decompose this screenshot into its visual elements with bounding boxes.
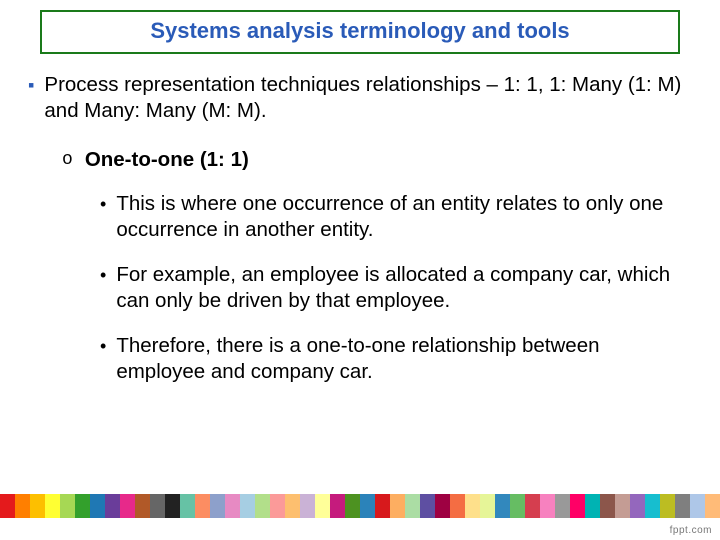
footer-logo-text: fppt.com — [670, 525, 712, 536]
color-cell — [450, 494, 465, 518]
color-cell — [315, 494, 330, 518]
bullet-level1: ▪ Process representation techniques rela… — [28, 72, 692, 123]
bullet-level3: • Therefore, there is a one-to-one relat… — [100, 333, 672, 384]
color-cell — [690, 494, 705, 518]
color-cell — [345, 494, 360, 518]
color-cell — [420, 494, 435, 518]
color-cell — [495, 494, 510, 518]
color-cell — [255, 494, 270, 518]
point-text: This is where one occurrence of an entit… — [116, 191, 672, 242]
point-text: Therefore, there is a one-to-one relatio… — [116, 333, 672, 384]
color-cell — [300, 494, 315, 518]
color-cell — [90, 494, 105, 518]
color-cell — [15, 494, 30, 518]
slide: Systems analysis terminology and tools ▪… — [0, 0, 720, 540]
color-cell — [30, 494, 45, 518]
color-cell — [645, 494, 660, 518]
color-cell — [375, 494, 390, 518]
dot-bullet-icon: • — [100, 193, 106, 216]
color-cell — [135, 494, 150, 518]
color-cell — [435, 494, 450, 518]
color-cell — [105, 494, 120, 518]
color-cell — [330, 494, 345, 518]
color-cell — [60, 494, 75, 518]
color-cell — [225, 494, 240, 518]
color-cell — [480, 494, 495, 518]
color-cell — [630, 494, 645, 518]
color-cell — [240, 494, 255, 518]
color-cell — [615, 494, 630, 518]
body-content: ▪ Process representation techniques rela… — [28, 72, 692, 405]
bullet-level2: o One-to-one (1: 1) — [62, 147, 692, 173]
color-cell — [390, 494, 405, 518]
color-cell — [525, 494, 540, 518]
sub-heading-text: One-to-one (1: 1) — [85, 147, 692, 173]
color-cell — [540, 494, 555, 518]
color-cell — [270, 494, 285, 518]
color-cell — [45, 494, 60, 518]
color-cell — [360, 494, 375, 518]
color-cell — [465, 494, 480, 518]
color-cell — [600, 494, 615, 518]
color-cell — [75, 494, 90, 518]
color-cell — [510, 494, 525, 518]
circle-bullet-marker: o — [62, 149, 73, 172]
color-cell — [660, 494, 675, 518]
color-cell — [120, 494, 135, 518]
color-cell — [285, 494, 300, 518]
color-cell — [555, 494, 570, 518]
main-bullet-text: Process representation techniques relati… — [44, 72, 692, 123]
color-cell — [165, 494, 180, 518]
color-cell — [405, 494, 420, 518]
decorative-color-strip — [0, 494, 720, 518]
point-text: For example, an employee is allocated a … — [116, 262, 672, 313]
color-cell — [195, 494, 210, 518]
square-bullet-icon: ▪ — [28, 74, 34, 97]
color-cell — [585, 494, 600, 518]
color-cell — [150, 494, 165, 518]
color-cell — [675, 494, 690, 518]
dot-bullet-icon: • — [100, 335, 106, 358]
color-cell — [570, 494, 585, 518]
color-cell — [705, 494, 720, 518]
dot-bullet-icon: • — [100, 264, 106, 287]
color-cell — [210, 494, 225, 518]
slide-title: Systems analysis terminology and tools — [150, 18, 569, 43]
bullet-level3: • For example, an employee is allocated … — [100, 262, 672, 313]
color-cell — [0, 494, 15, 518]
title-box: Systems analysis terminology and tools — [40, 10, 680, 54]
color-cell — [180, 494, 195, 518]
bullet-level3: • This is where one occurrence of an ent… — [100, 191, 672, 242]
